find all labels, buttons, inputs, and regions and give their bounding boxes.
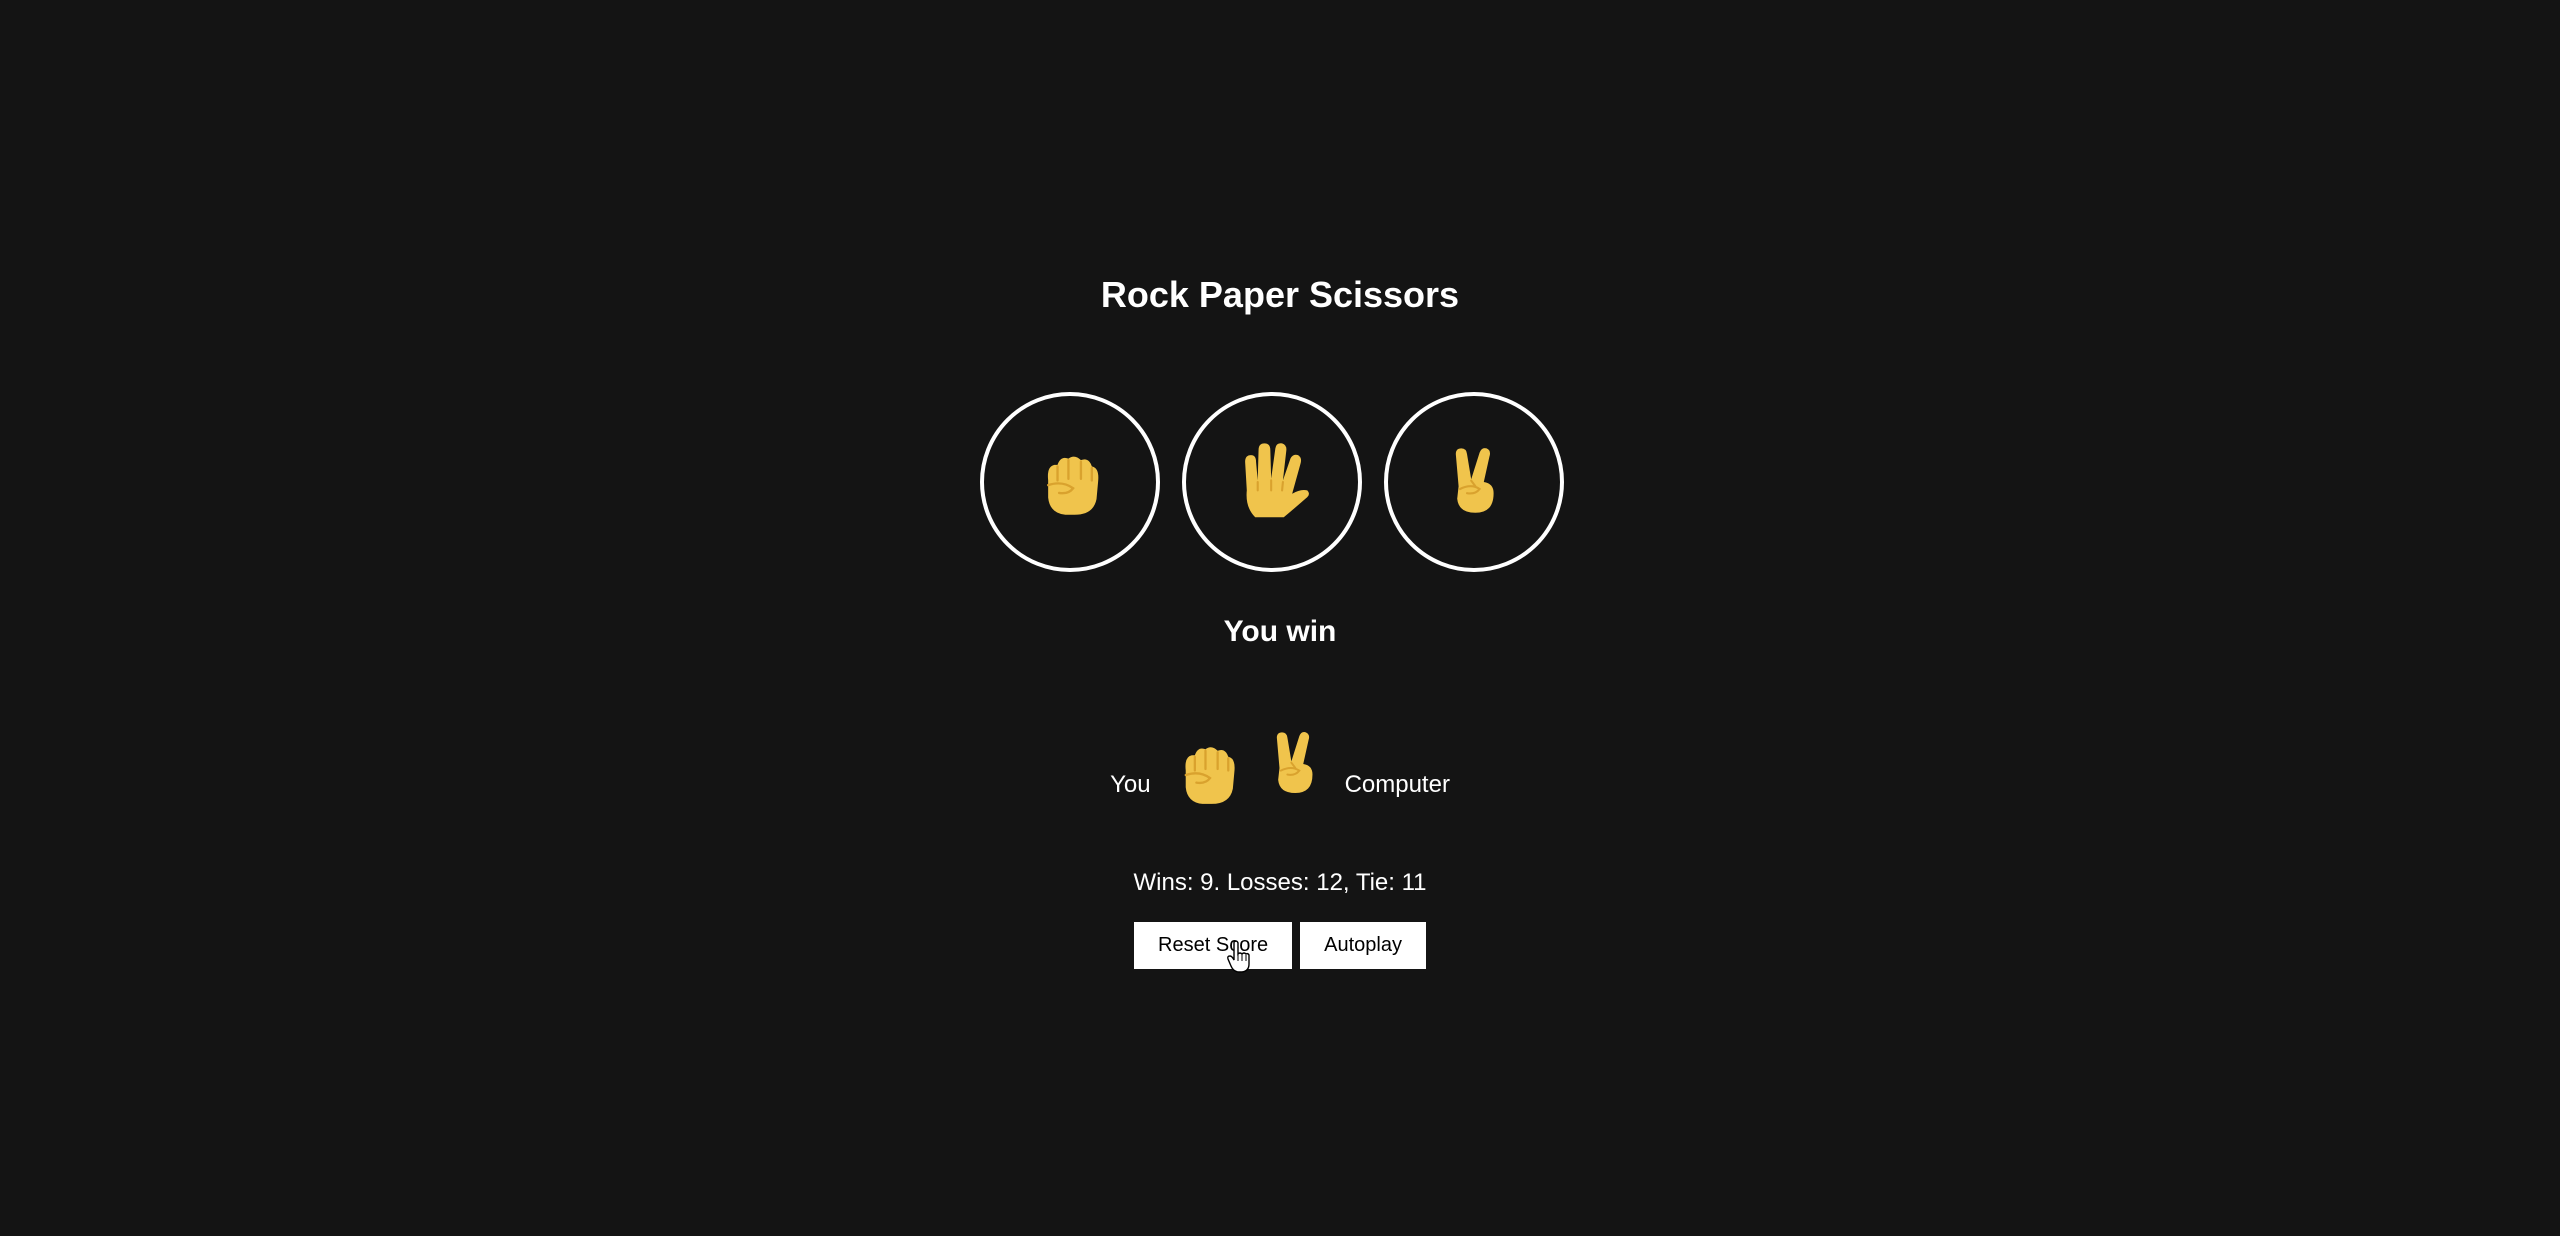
raised-fist-icon	[1031, 443, 1109, 521]
scissors-button[interactable]	[1384, 392, 1564, 572]
rock-button[interactable]	[980, 392, 1160, 572]
raised-hand-icon	[1230, 438, 1314, 526]
you-label: You	[1110, 771, 1151, 798]
computer-scissors-icon	[1261, 718, 1327, 810]
computer-label: Computer	[1344, 771, 1450, 798]
move-buttons	[980, 392, 1564, 572]
controls: Reset Score Autoplay	[0, 922, 2560, 969]
score-text: Wins: 9. Losses: 12, Tie: 11	[1133, 869, 1427, 896]
game-page: Rock Paper Scissors You win You Computer…	[0, 0, 2560, 1236]
reset-score-button[interactable]: Reset Score	[1134, 922, 1293, 969]
autoplay-button[interactable]: Autoplay	[1300, 922, 1426, 969]
page-title: Rock Paper Scissors	[1100, 274, 1460, 315]
paper-button[interactable]	[1182, 392, 1362, 572]
moves-display: You Computer	[0, 700, 2560, 810]
result-text: You win	[1223, 615, 1337, 648]
player-rock-icon	[1169, 734, 1245, 810]
victory-hand-icon	[1439, 436, 1509, 528]
